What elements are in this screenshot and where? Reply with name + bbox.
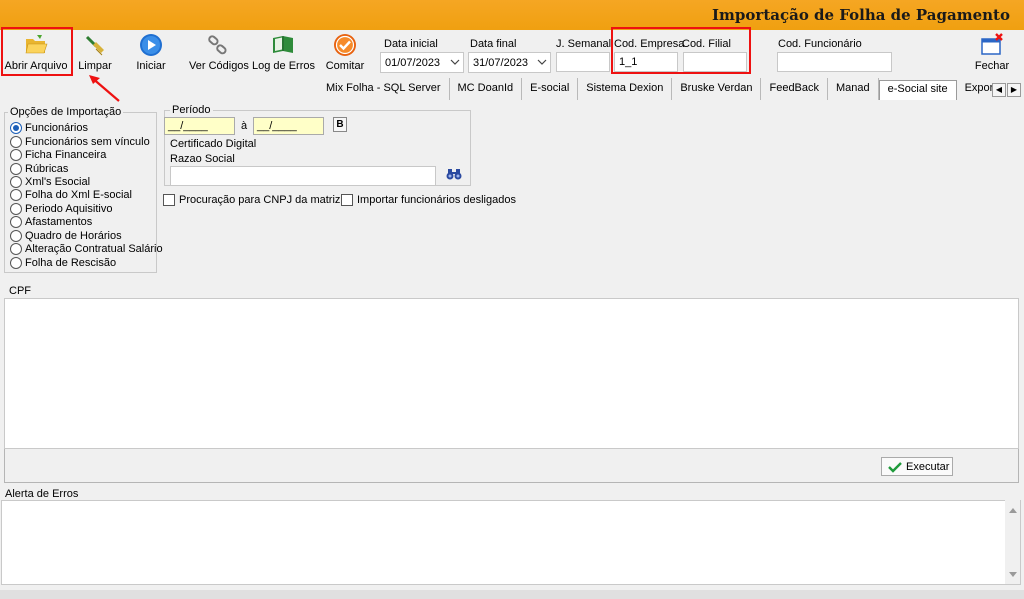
option-quadro-horarios[interactable]: Quadro de Horários bbox=[10, 229, 122, 242]
proxy-cnpj-checkbox[interactable]: Procuração para CNPJ da matriz bbox=[163, 193, 340, 207]
period-title: Período bbox=[170, 104, 213, 116]
end-date-picker[interactable]: 31/07/2023 bbox=[468, 52, 551, 73]
commit-button[interactable]: Comitar bbox=[325, 33, 365, 72]
binoculars-icon[interactable] bbox=[446, 167, 462, 181]
branch-code-label: Cod. Filial bbox=[682, 38, 731, 50]
execute-button[interactable]: Executar bbox=[881, 457, 953, 476]
option-afastamentos[interactable]: Afastamentos bbox=[10, 215, 92, 228]
period-separator: à bbox=[241, 120, 248, 132]
title-bar: Importação de Folha de Pagamento bbox=[0, 0, 1024, 30]
close-button[interactable]: Fechar bbox=[972, 33, 1012, 72]
employee-code-input[interactable] bbox=[777, 52, 892, 72]
window-title: Importação de Folha de Pagamento bbox=[712, 6, 1010, 24]
company-name-label: Razao Social bbox=[170, 153, 235, 165]
book-icon bbox=[273, 36, 293, 53]
close-window-icon bbox=[981, 33, 1003, 55]
period-to-input[interactable]: __/____ bbox=[253, 117, 324, 135]
option-periodo-aquisitivo[interactable]: Periodo Aquisitivo bbox=[10, 202, 112, 215]
status-bar bbox=[0, 590, 1024, 599]
clear-button[interactable]: Limpar bbox=[78, 33, 112, 72]
broom-icon bbox=[85, 35, 104, 56]
option-rubricas[interactable]: Rúbricas bbox=[10, 162, 68, 175]
import-options-title: Opções de Importação bbox=[8, 106, 124, 118]
tab-esocial-site[interactable]: e-Social site bbox=[878, 80, 957, 100]
error-alert-label: Alerta de Erros bbox=[5, 488, 79, 500]
tab-strip: Mix Folha - SQL Server MC DoanId E-socia… bbox=[318, 78, 1005, 100]
tab-mc-doanid[interactable]: MC DoanId bbox=[450, 78, 523, 100]
arrow-icon bbox=[89, 75, 120, 102]
chevron-down-icon bbox=[450, 59, 460, 65]
company-code-input[interactable]: 1_1 bbox=[614, 52, 678, 72]
employee-code-label: Cod. Funcionário bbox=[778, 38, 862, 50]
radio-selected[interactable] bbox=[10, 121, 22, 134]
chevron-down-icon bbox=[537, 59, 547, 65]
tab-bruske-verdan[interactable]: Bruske Verdan bbox=[672, 78, 762, 100]
link-icon bbox=[208, 35, 227, 55]
import-dismissed-checkbox[interactable]: Importar funcionários desligados bbox=[341, 193, 516, 207]
tab-manad[interactable]: Manad bbox=[828, 78, 879, 100]
end-date-label: Data final bbox=[470, 38, 517, 50]
tab-scroll-right[interactable]: ▶ bbox=[1007, 83, 1021, 97]
error-scrollbar[interactable] bbox=[1005, 500, 1020, 584]
start-date-picker[interactable]: 01/07/2023 bbox=[380, 52, 464, 73]
tab-mix-folha[interactable]: Mix Folha - SQL Server bbox=[318, 78, 450, 100]
company-name-input[interactable] bbox=[170, 166, 436, 186]
tab-feedback[interactable]: FeedBack bbox=[761, 78, 829, 100]
option-alteracao-contratual[interactable]: Alteração Contratual Salário bbox=[10, 242, 163, 255]
scroll-down-arrow[interactable] bbox=[1009, 572, 1017, 577]
option-xmls-esocial[interactable]: Xml's Esocial bbox=[10, 175, 90, 188]
branch-code-input[interactable] bbox=[683, 52, 747, 72]
period-from-input[interactable]: __/____ bbox=[164, 117, 235, 135]
checkmark-icon bbox=[888, 461, 902, 473]
cpf-label: CPF bbox=[9, 285, 31, 297]
tab-sistema-dexion[interactable]: Sistema Dexion bbox=[578, 78, 673, 100]
view-codes-button[interactable]: Ver Códigos bbox=[189, 33, 249, 72]
option-folha-xml-esocial[interactable]: Folha do Xml E-social bbox=[10, 188, 132, 201]
option-folha-rescisao[interactable]: Folha de Rescisão bbox=[10, 256, 116, 269]
option-funcionarios-sem-vinculo[interactable]: Funcionários sem vínculo bbox=[10, 135, 150, 148]
option-funcionarios[interactable]: Funcionários bbox=[10, 121, 88, 134]
start-button[interactable]: Iniciar bbox=[134, 33, 168, 72]
start-date-label: Data inicial bbox=[384, 38, 438, 50]
company-code-label: Cod. Empresa bbox=[614, 38, 685, 50]
option-ficha-financeira[interactable]: Ficha Financeira bbox=[10, 148, 106, 161]
open-file-highlight bbox=[1, 27, 73, 76]
play-icon bbox=[140, 34, 162, 56]
cpf-textarea[interactable] bbox=[4, 298, 1019, 449]
weekly-label: J. Semanal bbox=[556, 38, 612, 50]
execute-panel bbox=[4, 449, 1019, 483]
weekly-input[interactable] bbox=[556, 52, 610, 72]
tab-scroll-left[interactable]: ◀ bbox=[992, 83, 1006, 97]
tab-e-social[interactable]: E-social bbox=[522, 78, 579, 100]
error-alert-textarea[interactable] bbox=[1, 500, 1021, 585]
error-log-button[interactable]: Log de Erros bbox=[252, 33, 315, 72]
scroll-up-arrow[interactable] bbox=[1009, 508, 1017, 513]
period-b-button[interactable]: B bbox=[333, 117, 347, 132]
check-circle-icon bbox=[334, 34, 356, 56]
certificate-title: Certificado Digital bbox=[170, 138, 257, 150]
